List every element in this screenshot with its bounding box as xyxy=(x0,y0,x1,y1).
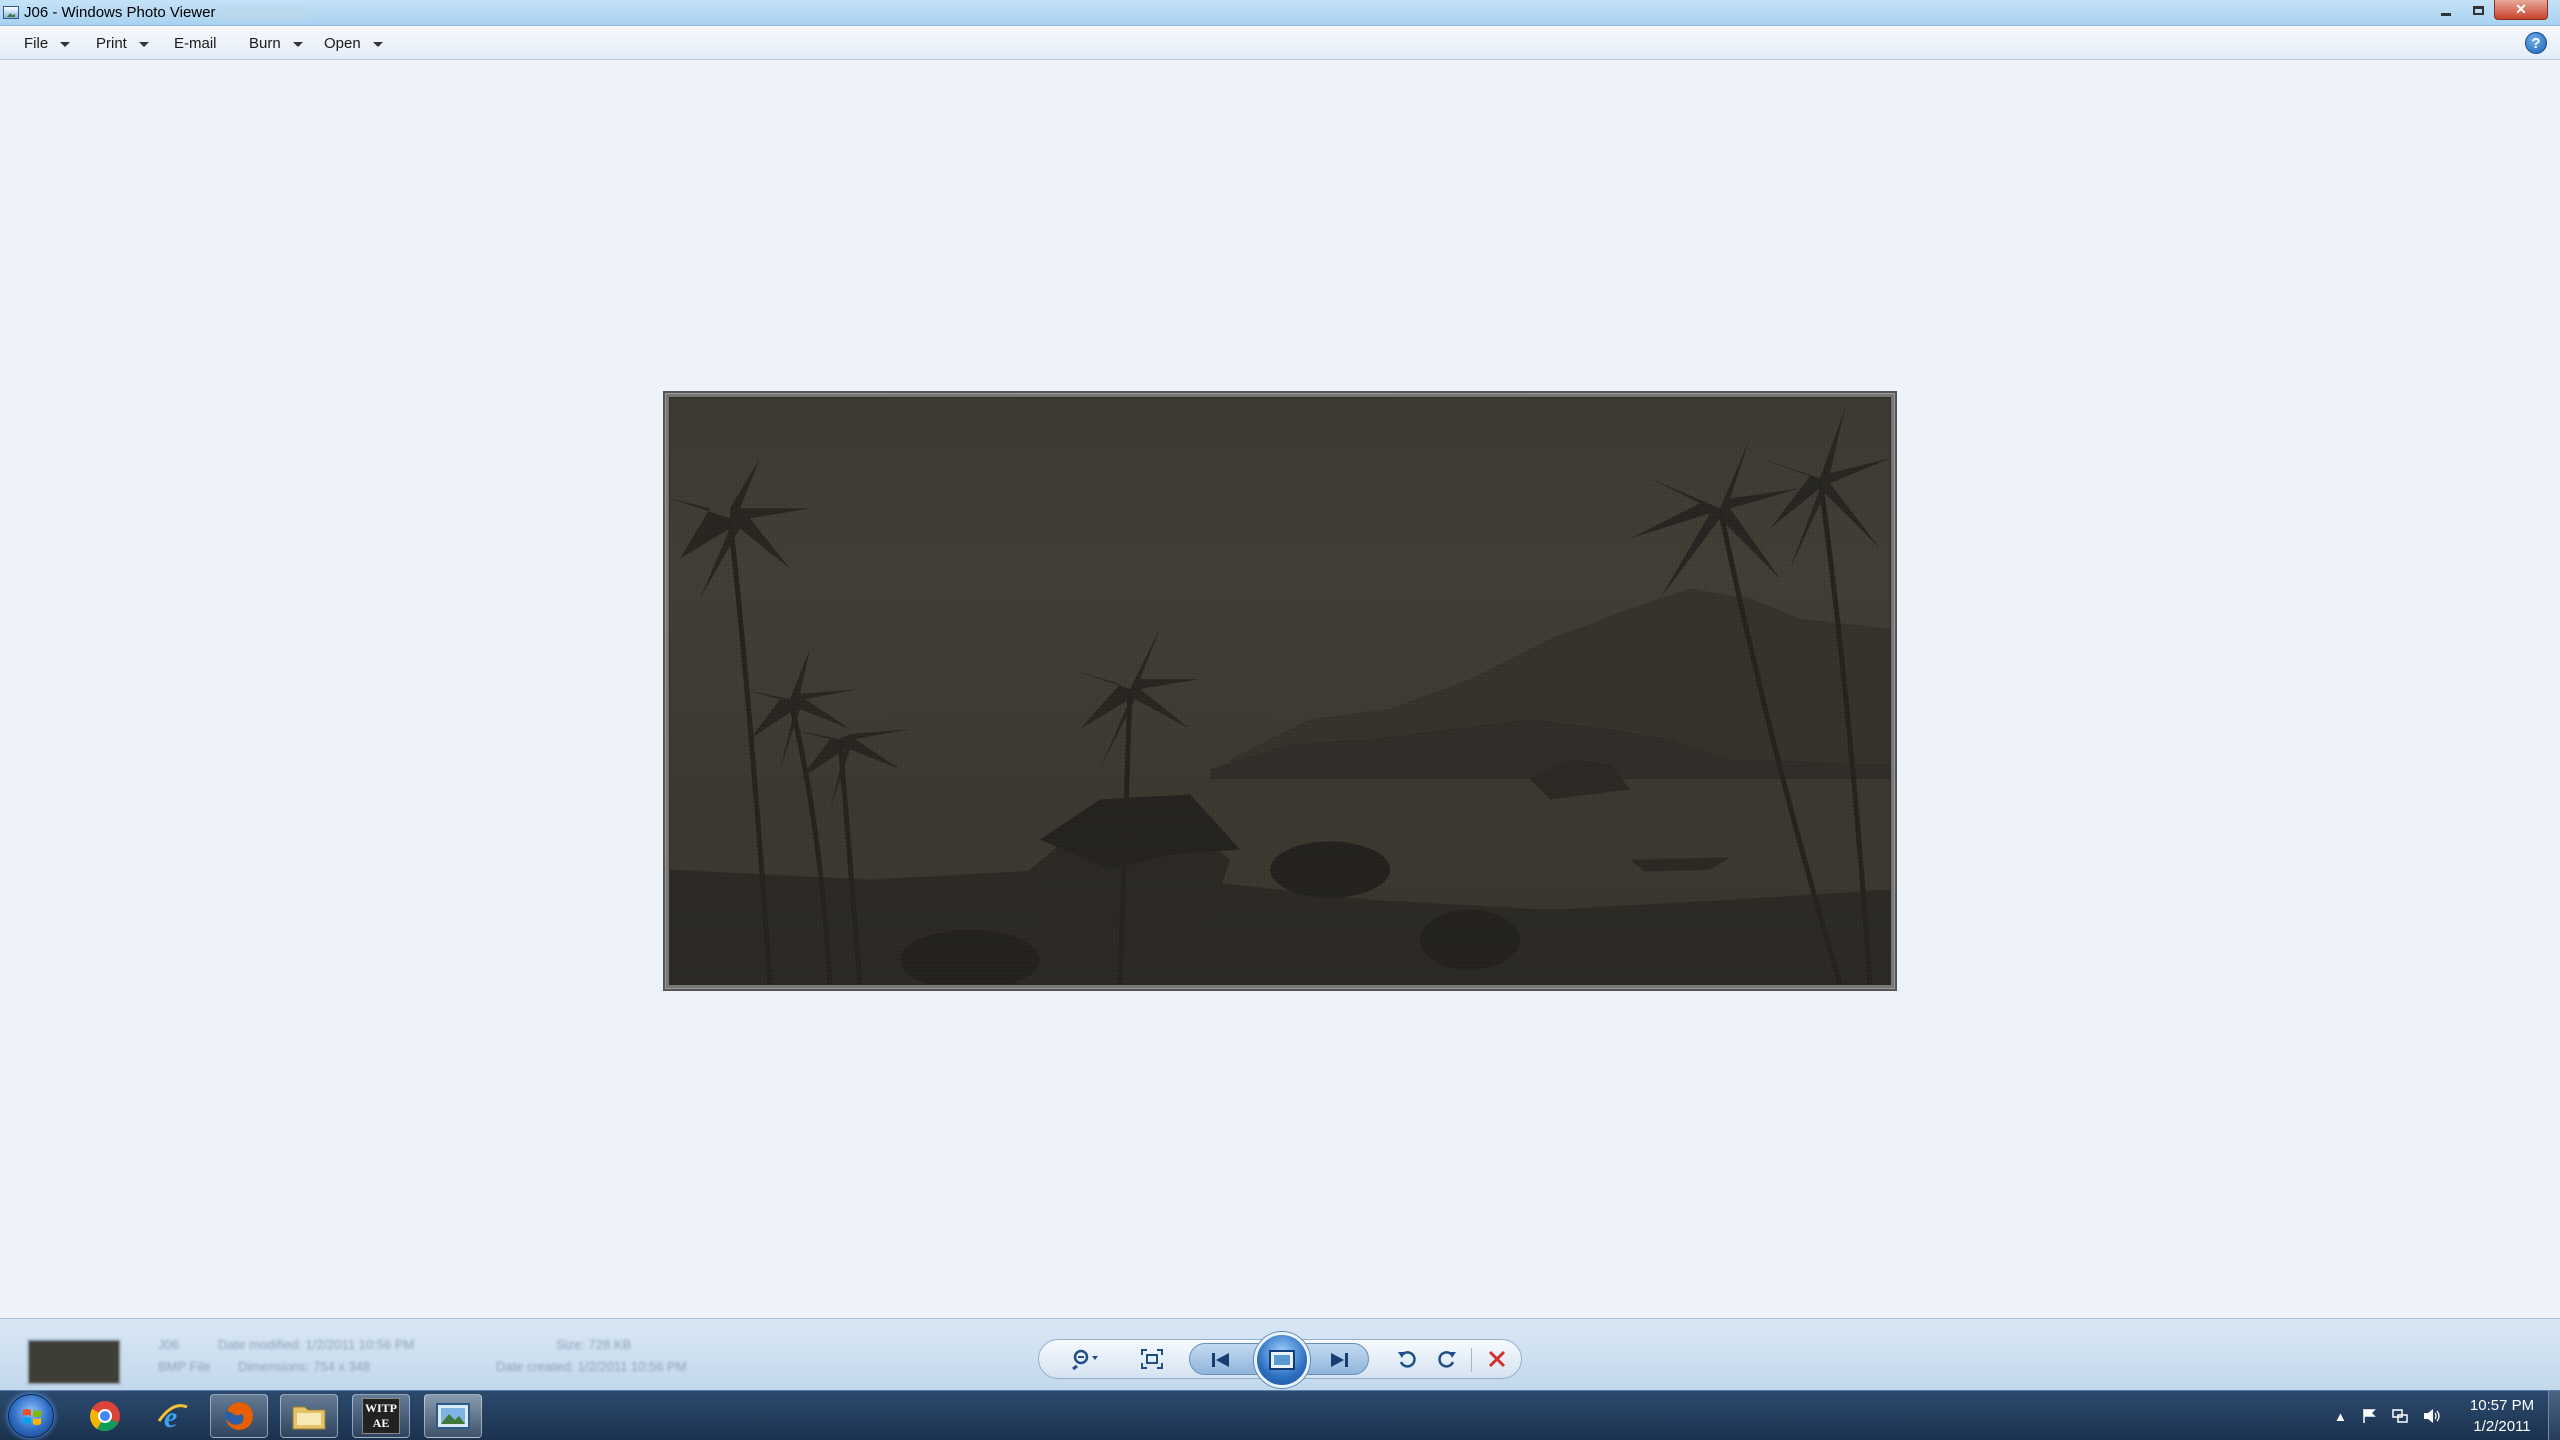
windows-logo-icon xyxy=(23,1409,41,1425)
dimensions: Dimensions: 754 x 348 xyxy=(238,1359,371,1374)
menu-print[interactable]: Print xyxy=(96,26,149,60)
actual-size-icon xyxy=(1141,1349,1163,1369)
photo-frame xyxy=(663,391,1897,991)
rotate-counterclockwise-button[interactable] xyxy=(1389,1340,1425,1378)
date-created: Date created: 1/2/2011 10:56 PM xyxy=(496,1359,687,1374)
previous-button[interactable] xyxy=(1200,1344,1242,1376)
file-type: BMP File xyxy=(158,1359,211,1374)
menu-email-label: E-mail xyxy=(174,34,217,52)
taskbar-chrome[interactable] xyxy=(76,1394,134,1438)
firefox-icon xyxy=(225,1402,253,1430)
menu-print-label: Print xyxy=(96,34,127,52)
zoom-button[interactable] xyxy=(1063,1340,1107,1378)
slideshow-icon xyxy=(1269,1350,1295,1370)
close-button[interactable]: ✕ xyxy=(2494,0,2548,20)
chevron-down-icon xyxy=(292,41,303,47)
action-center-flag-icon[interactable] xyxy=(2361,1408,2377,1424)
menu-email[interactable]: E-mail xyxy=(174,26,217,60)
chrome-icon xyxy=(90,1401,120,1432)
title-bar: J06 - Windows Photo Viewer ✕ xyxy=(0,0,2560,26)
clock-time: 10:57 PM xyxy=(2469,1397,2535,1414)
taskbar-photo-viewer[interactable] xyxy=(424,1394,482,1438)
maximize-button[interactable] xyxy=(2462,0,2494,20)
menu-bar: File Print E-mail Burn Open xyxy=(0,26,2560,60)
window-title: J06 - Windows Photo Viewer xyxy=(24,4,216,21)
image-viewer-area[interactable] xyxy=(0,61,2560,1318)
zoom-icon xyxy=(1072,1349,1098,1370)
close-icon: ✕ xyxy=(2515,1,2527,17)
menu-file-label: File xyxy=(24,34,49,52)
taskbar-internet-explorer[interactable]: e xyxy=(144,1394,202,1438)
next-icon xyxy=(1331,1353,1348,1367)
photo-viewer-app-icon[interactable] xyxy=(3,6,19,19)
rotate-clockwise-button[interactable] xyxy=(1429,1340,1465,1378)
delete-button[interactable] xyxy=(1479,1340,1515,1378)
menu-file[interactable]: File xyxy=(24,26,71,60)
chevron-down-icon xyxy=(138,41,149,47)
clock-date: 1/2/2011 xyxy=(2473,1418,2531,1435)
navigation-group xyxy=(1189,1332,1369,1388)
file-name: J06 xyxy=(158,1337,179,1352)
taskbar-explorer[interactable] xyxy=(280,1394,338,1438)
playback-controls xyxy=(1038,1332,1522,1388)
photo-thumbnail xyxy=(27,1339,121,1385)
actual-size-button[interactable] xyxy=(1131,1340,1173,1378)
slideshow-button[interactable] xyxy=(1254,1332,1310,1388)
menu-open[interactable]: Open xyxy=(324,26,383,60)
help-icon[interactable]: ? xyxy=(2525,32,2547,54)
delete-icon xyxy=(1488,1350,1506,1368)
file-size: Size: 728 KB xyxy=(556,1337,632,1352)
start-button[interactable] xyxy=(8,1394,54,1438)
controls-divider xyxy=(1471,1348,1472,1372)
menu-open-label: Open xyxy=(324,34,361,52)
show-desktop-button[interactable] xyxy=(2548,1391,2560,1440)
displayed-photo xyxy=(669,397,1891,985)
system-tray: ▲ xyxy=(2334,1403,2441,1429)
title-extra-blurred xyxy=(218,8,310,19)
date-modified: Date modified: 1/2/2011 10:56 PM xyxy=(218,1337,415,1352)
bottom-toolbar: J06 BMP File Date modified: 1/2/2011 10:… xyxy=(0,1318,2560,1390)
network-icon[interactable] xyxy=(2391,1408,2409,1424)
menu-burn-label: Burn xyxy=(249,34,281,52)
system-clock[interactable]: 10:57 PM 1/2/2011 xyxy=(2460,1395,2544,1437)
previous-icon xyxy=(1212,1353,1229,1367)
explorer-icon xyxy=(292,1406,326,1430)
taskbar-witp-ae[interactable]: WITP AE xyxy=(352,1394,410,1438)
taskbar: e WITP AE ▲ 10:57 PM 1/2/2011 xyxy=(0,1390,2560,1440)
internet-explorer-icon: e xyxy=(157,1401,188,1433)
rotate-clockwise-icon xyxy=(1438,1351,1456,1368)
rotate-counterclockwise-icon xyxy=(1398,1351,1416,1368)
chevron-down-icon xyxy=(60,41,71,47)
chevron-down-icon xyxy=(372,41,383,47)
show-hidden-icons-icon[interactable]: ▲ xyxy=(2334,1409,2347,1424)
tropical-coast-engraving xyxy=(670,398,1890,984)
witp-ae-icon: WITP AE xyxy=(362,1398,400,1434)
photo-viewer-icon xyxy=(436,1403,470,1429)
menu-burn[interactable]: Burn xyxy=(249,26,303,60)
maximize-icon xyxy=(2472,5,2484,15)
minimize-button[interactable] xyxy=(2430,0,2462,20)
next-button[interactable] xyxy=(1318,1344,1360,1376)
minimize-icon xyxy=(2441,12,2451,16)
volume-icon[interactable] xyxy=(2423,1408,2441,1424)
taskbar-firefox[interactable] xyxy=(210,1394,268,1438)
